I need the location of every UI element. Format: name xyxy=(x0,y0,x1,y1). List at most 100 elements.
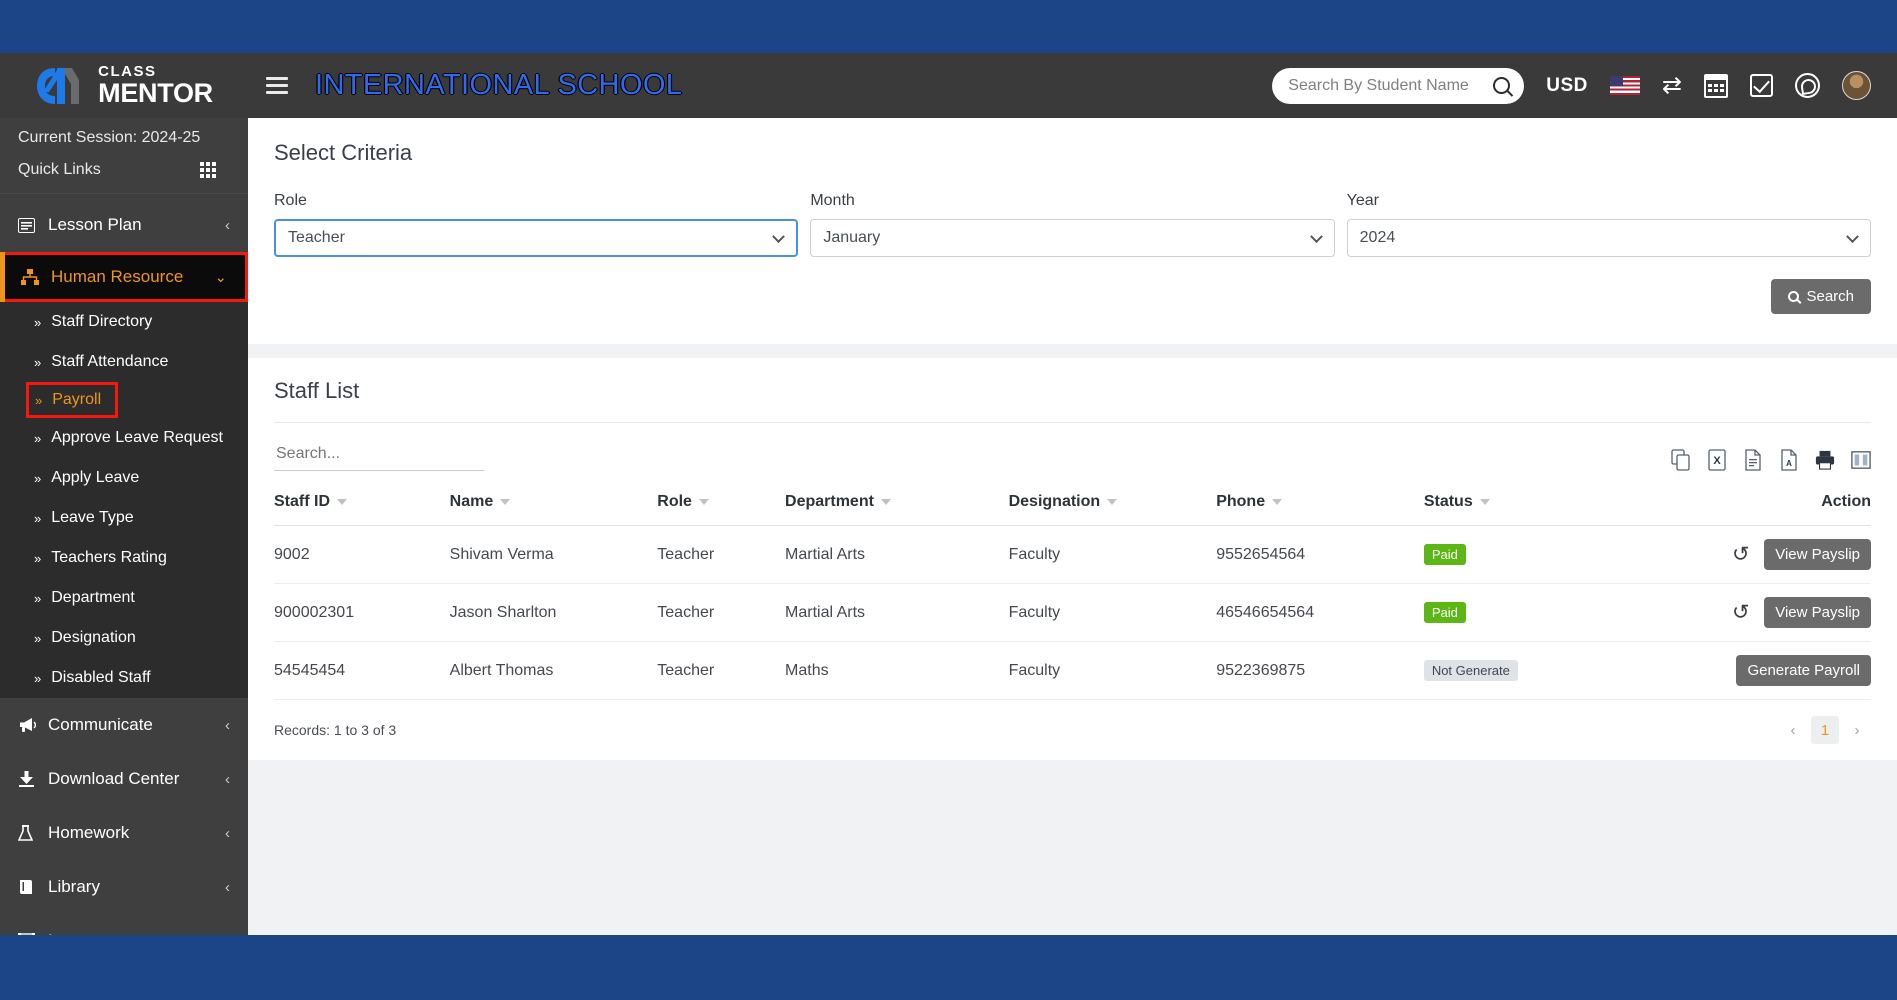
view-payslip-button[interactable]: View Payslip xyxy=(1764,539,1871,570)
submenu-item-label: Staff Directory xyxy=(51,313,153,330)
sidebar-item-teachers-rating[interactable]: » Teachers Rating xyxy=(0,538,248,578)
year-select[interactable]: 2024 xyxy=(1346,219,1871,257)
column-header-name[interactable]: Name xyxy=(449,485,658,526)
sort-icon xyxy=(880,498,891,505)
sidebar-item-designation[interactable]: » Designation xyxy=(0,618,248,658)
cell-designation: Faculty xyxy=(1008,641,1217,700)
month-select-value: January xyxy=(823,229,881,246)
sidebar-item-lesson-plan[interactable]: Lesson Plan ‹ xyxy=(0,198,248,252)
table-search-input[interactable] xyxy=(274,441,484,471)
browser-top-band xyxy=(0,0,1897,53)
csv-icon[interactable] xyxy=(1743,449,1763,471)
table-row: 900002301 Jason Sharlton Teacher Martial… xyxy=(274,583,1871,642)
view-payslip-button[interactable]: View Payslip xyxy=(1764,597,1871,628)
exchange-icon[interactable]: ⇄ xyxy=(1662,73,1682,98)
role-select[interactable]: Teacher xyxy=(274,219,799,257)
whatsapp-icon[interactable] xyxy=(1795,73,1820,98)
sidebar-item-apply-leave[interactable]: » Apply Leave xyxy=(0,458,248,498)
sidebar-item-staff-directory[interactable]: » Staff Directory xyxy=(0,302,248,342)
search-icon[interactable] xyxy=(1493,77,1511,94)
month-select[interactable]: January xyxy=(810,219,1335,257)
generate-payroll-button[interactable]: Generate Payroll xyxy=(1736,655,1871,686)
sidebar-item-inventory[interactable]: Inventory ‹ xyxy=(0,914,248,935)
sidebar-item-department[interactable]: » Department xyxy=(0,578,248,618)
sort-icon xyxy=(698,498,709,505)
pdf-icon[interactable]: A xyxy=(1779,449,1799,471)
column-label: Staff ID xyxy=(274,493,330,510)
sort-icon xyxy=(1272,498,1283,505)
cell-action: ↻ View Payslip xyxy=(1679,525,1871,584)
submenu-item-label: Apply Leave xyxy=(51,469,140,486)
sidebar-item-label: Lesson Plan xyxy=(48,215,142,234)
year-label: Year xyxy=(1346,192,1379,209)
year-select-value: 2024 xyxy=(1359,229,1396,246)
sidebar-item-homework[interactable]: Homework ‹ xyxy=(0,806,248,860)
chevron-left-icon: ‹ xyxy=(225,878,230,896)
app-logo[interactable]: CLASS MENTOR xyxy=(0,53,248,118)
student-search-box[interactable] xyxy=(1272,67,1525,104)
app-window: CLASS MENTOR Current Session: 2024-25 Qu… xyxy=(0,0,1897,1000)
pagination-prev[interactable]: ‹ xyxy=(1779,716,1807,744)
regenerate-icon[interactable]: ↻ xyxy=(1732,542,1750,567)
grid-icon[interactable] xyxy=(200,162,216,178)
sidebar-item-communicate[interactable]: Communicate ‹ xyxy=(0,698,248,752)
chevron-down-icon xyxy=(772,230,786,244)
submenu-item-label: Leave Type xyxy=(51,509,134,526)
quick-links-row[interactable]: Quick Links xyxy=(18,161,230,185)
sidebar-item-leave-type[interactable]: » Leave Type xyxy=(0,498,248,538)
copy-icon[interactable] xyxy=(1671,449,1691,471)
menu-toggle-button[interactable] xyxy=(266,77,288,94)
column-visibility-icon[interactable] xyxy=(1851,449,1871,471)
column-header-staff-id[interactable]: Staff ID xyxy=(274,485,450,526)
main-content: Select Criteria Role Teacher Month Janua… xyxy=(248,118,1897,935)
sidebar-item-library[interactable]: Library ‹ xyxy=(0,860,248,914)
flask-icon xyxy=(18,824,44,842)
sort-icon xyxy=(337,498,347,505)
cell-staff-id: 54545454 xyxy=(274,641,450,700)
download-icon xyxy=(18,771,44,787)
us-flag-icon[interactable] xyxy=(1609,76,1640,95)
regenerate-icon[interactable]: ↻ xyxy=(1732,600,1750,625)
select-criteria-title: Select Criteria xyxy=(274,140,413,165)
column-label: Status xyxy=(1423,493,1473,510)
sitemap-icon xyxy=(21,269,47,285)
export-buttons: X A xyxy=(1671,449,1871,471)
pagination-page-1[interactable]: 1 xyxy=(1811,716,1839,744)
column-header-role[interactable]: Role xyxy=(657,485,786,526)
year-field: Year 2024 xyxy=(1346,192,1871,257)
table-footer: Records: 1 to 3 of 3 ‹ 1 › xyxy=(274,700,1871,744)
sidebar-item-download-center[interactable]: Download Center ‹ xyxy=(0,752,248,806)
column-header-status[interactable]: Status xyxy=(1423,485,1680,526)
avatar[interactable] xyxy=(1842,71,1871,100)
search-button[interactable]: Search xyxy=(1771,279,1871,314)
table-header-row: Staff ID Name Role Department Designatio… xyxy=(274,485,1871,526)
sidebar-item-human-resource[interactable]: Human Resource ⌄ xyxy=(0,252,248,302)
column-header-designation[interactable]: Designation xyxy=(1008,485,1217,526)
cell-staff-id: 900002301 xyxy=(274,583,450,642)
checkbox-icon[interactable] xyxy=(1750,74,1773,97)
submenu-item-label: Disabled Staff xyxy=(51,669,151,686)
sort-icon xyxy=(1107,498,1118,505)
submenu-item-label: Approve Leave Request xyxy=(51,429,223,446)
lesson-plan-icon xyxy=(18,217,44,233)
calendar-icon[interactable] xyxy=(1704,73,1728,98)
table-head: Staff ID Name Role Department Designatio… xyxy=(274,485,1871,526)
logo-class-text: CLASS xyxy=(98,63,157,80)
print-icon[interactable] xyxy=(1815,449,1835,471)
currency-label[interactable]: USD xyxy=(1546,75,1588,97)
search-input[interactable] xyxy=(1288,76,1494,95)
double-chevron-icon: » xyxy=(34,470,42,486)
column-header-department[interactable]: Department xyxy=(785,485,1009,526)
double-chevron-icon: » xyxy=(34,430,42,446)
cell-role: Teacher xyxy=(657,525,786,584)
sidebar-item-approve-leave-request[interactable]: » Approve Leave Request xyxy=(0,418,248,458)
human-resource-submenu: » Staff Directory » Staff Attendance » P… xyxy=(0,302,248,698)
column-header-phone[interactable]: Phone xyxy=(1216,485,1424,526)
sidebar-item-disabled-staff[interactable]: » Disabled Staff xyxy=(0,658,248,698)
pagination-next[interactable]: › xyxy=(1843,716,1871,744)
excel-icon[interactable]: X xyxy=(1707,449,1727,471)
logo-mentor-text: MENTOR xyxy=(98,78,213,108)
chevron-left-icon: ‹ xyxy=(225,770,230,788)
sidebar-item-staff-attendance[interactable]: » Staff Attendance xyxy=(0,342,248,382)
sidebar-item-payroll[interactable]: » Payroll xyxy=(26,382,118,418)
